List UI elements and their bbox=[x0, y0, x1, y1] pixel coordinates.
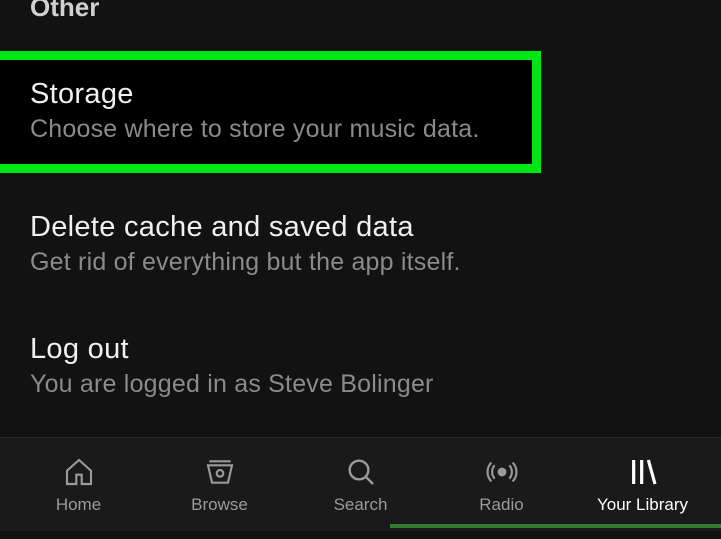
nav-search-label: Search bbox=[334, 495, 388, 515]
setting-delete-cache-title: Delete cache and saved data bbox=[30, 211, 691, 244]
setting-logout-subtitle: You are logged in as Steve Bolinger bbox=[30, 370, 691, 399]
search-icon bbox=[344, 455, 378, 489]
nav-home-label: Home bbox=[56, 495, 101, 515]
nav-library-label: Your Library bbox=[597, 495, 688, 515]
setting-storage-subtitle: Choose where to store your music data. bbox=[30, 115, 502, 144]
nav-home[interactable]: Home bbox=[8, 455, 149, 515]
browse-icon bbox=[203, 455, 237, 489]
nav-browse-label: Browse bbox=[191, 495, 248, 515]
setting-delete-cache[interactable]: Delete cache and saved data Get rid of e… bbox=[0, 199, 721, 295]
nav-library[interactable]: Your Library bbox=[572, 455, 713, 515]
home-icon bbox=[62, 455, 96, 489]
setting-storage[interactable]: Storage Choose where to store your music… bbox=[0, 51, 541, 173]
setting-logout-title: Log out bbox=[30, 333, 691, 366]
settings-list: Storage Choose where to store your music… bbox=[0, 23, 721, 417]
green-underline bbox=[390, 524, 721, 528]
nav-search[interactable]: Search bbox=[290, 455, 431, 515]
library-icon bbox=[626, 455, 660, 489]
setting-delete-cache-subtitle: Get rid of everything but the app itself… bbox=[30, 248, 691, 277]
bottom-nav: Home Browse Search bbox=[0, 437, 721, 531]
radio-icon bbox=[485, 455, 519, 489]
nav-browse[interactable]: Browse bbox=[149, 455, 290, 515]
setting-storage-title: Storage bbox=[30, 78, 502, 111]
section-header-other: Other bbox=[0, 0, 721, 23]
nav-radio-label: Radio bbox=[479, 495, 523, 515]
setting-logout[interactable]: Log out You are logged in as Steve Bolin… bbox=[0, 321, 721, 417]
nav-radio[interactable]: Radio bbox=[431, 455, 572, 515]
